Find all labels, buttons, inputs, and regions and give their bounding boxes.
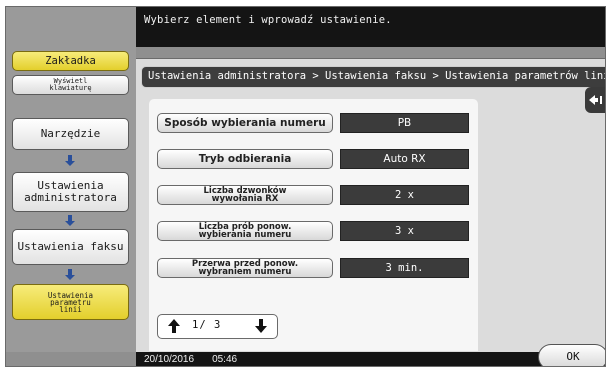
- instruction-message: Wybierz element i wprowadź ustawienie.: [136, 7, 605, 47]
- redial-count-button[interactable]: Liczba prób ponow. wybierania numeru: [157, 221, 333, 241]
- status-time: 05:46: [212, 354, 238, 365]
- page-navigator: 1/ 3: [157, 314, 278, 339]
- control-panel-screen: Wybierz element i wprowadź ustawienie. Z…: [5, 6, 606, 367]
- breadcrumb-line-parameter[interactable]: Ustawienia parametru linii: [12, 284, 129, 320]
- breadcrumb-utility[interactable]: Narzędzie: [12, 118, 129, 150]
- breadcrumb-fax-settings[interactable]: Ustawienia faksu: [12, 229, 129, 265]
- redial-interval-button[interactable]: Przerwa przed ponow. wybraniem numeru: [157, 258, 333, 278]
- receive-mode-value: Auto RX: [340, 149, 469, 169]
- status-bar: 20/10/2016 05:46: [136, 352, 519, 366]
- arrow-down-icon: [64, 215, 76, 227]
- settings-list: Sposób wybierania numeru PB Tryb odbiera…: [149, 99, 478, 351]
- breadcrumb-line-param-line3: linii: [59, 304, 82, 314]
- back-button[interactable]: [585, 87, 605, 113]
- arrow-down-icon: [64, 155, 76, 167]
- ok-button[interactable]: OK: [538, 344, 605, 366]
- arrow-down-icon: [64, 269, 76, 281]
- page-indicator: 1/ 3: [192, 319, 222, 331]
- status-date: 20/10/2016: [144, 354, 195, 365]
- settings-panel: Ustawienia administratora > Ustawienia f…: [136, 58, 605, 352]
- redial-interval-label-line2: wybraniem numeru: [198, 267, 292, 277]
- dial-method-button[interactable]: Sposób wybierania numeru: [157, 113, 333, 133]
- ring-count-label-line2: wywołania RX: [211, 194, 279, 204]
- breadcrumb-admin-settings[interactable]: Ustawienia administratora: [12, 172, 129, 212]
- back-arrow-icon: [589, 95, 602, 105]
- dial-method-value: PB: [340, 113, 469, 133]
- arrow-down-icon: [255, 319, 267, 333]
- redial-interval-value: 3 min.: [340, 258, 469, 278]
- redial-count-value: 3 x: [340, 221, 469, 241]
- redial-count-label-line2: wybierania numeru: [198, 230, 292, 240]
- tab-button[interactable]: Zakładka: [12, 51, 129, 71]
- total-pages: 3: [213, 319, 222, 331]
- ring-count-value: 2 x: [340, 185, 469, 205]
- page-down-button[interactable]: [249, 317, 273, 336]
- breadcrumb-admin-line2: administratora: [24, 191, 117, 204]
- receive-mode-button[interactable]: Tryb odbierania: [157, 149, 333, 169]
- bottom-left-area: [6, 352, 136, 366]
- current-page: 1: [192, 319, 200, 331]
- show-keyboard-label-line2: klawiaturę: [49, 84, 92, 92]
- show-keyboard-button[interactable]: Wyświetl klawiaturę: [12, 75, 129, 95]
- arrow-up-icon: [168, 319, 180, 333]
- sidebar: Zakładka Wyświetl klawiaturę Narzędzie U…: [6, 7, 136, 352]
- page-up-button[interactable]: [162, 317, 186, 336]
- ring-count-button[interactable]: Liczba dzwonków wywołania RX: [157, 185, 333, 205]
- panel-breadcrumb: Ustawienia administratora > Ustawienia f…: [141, 66, 605, 88]
